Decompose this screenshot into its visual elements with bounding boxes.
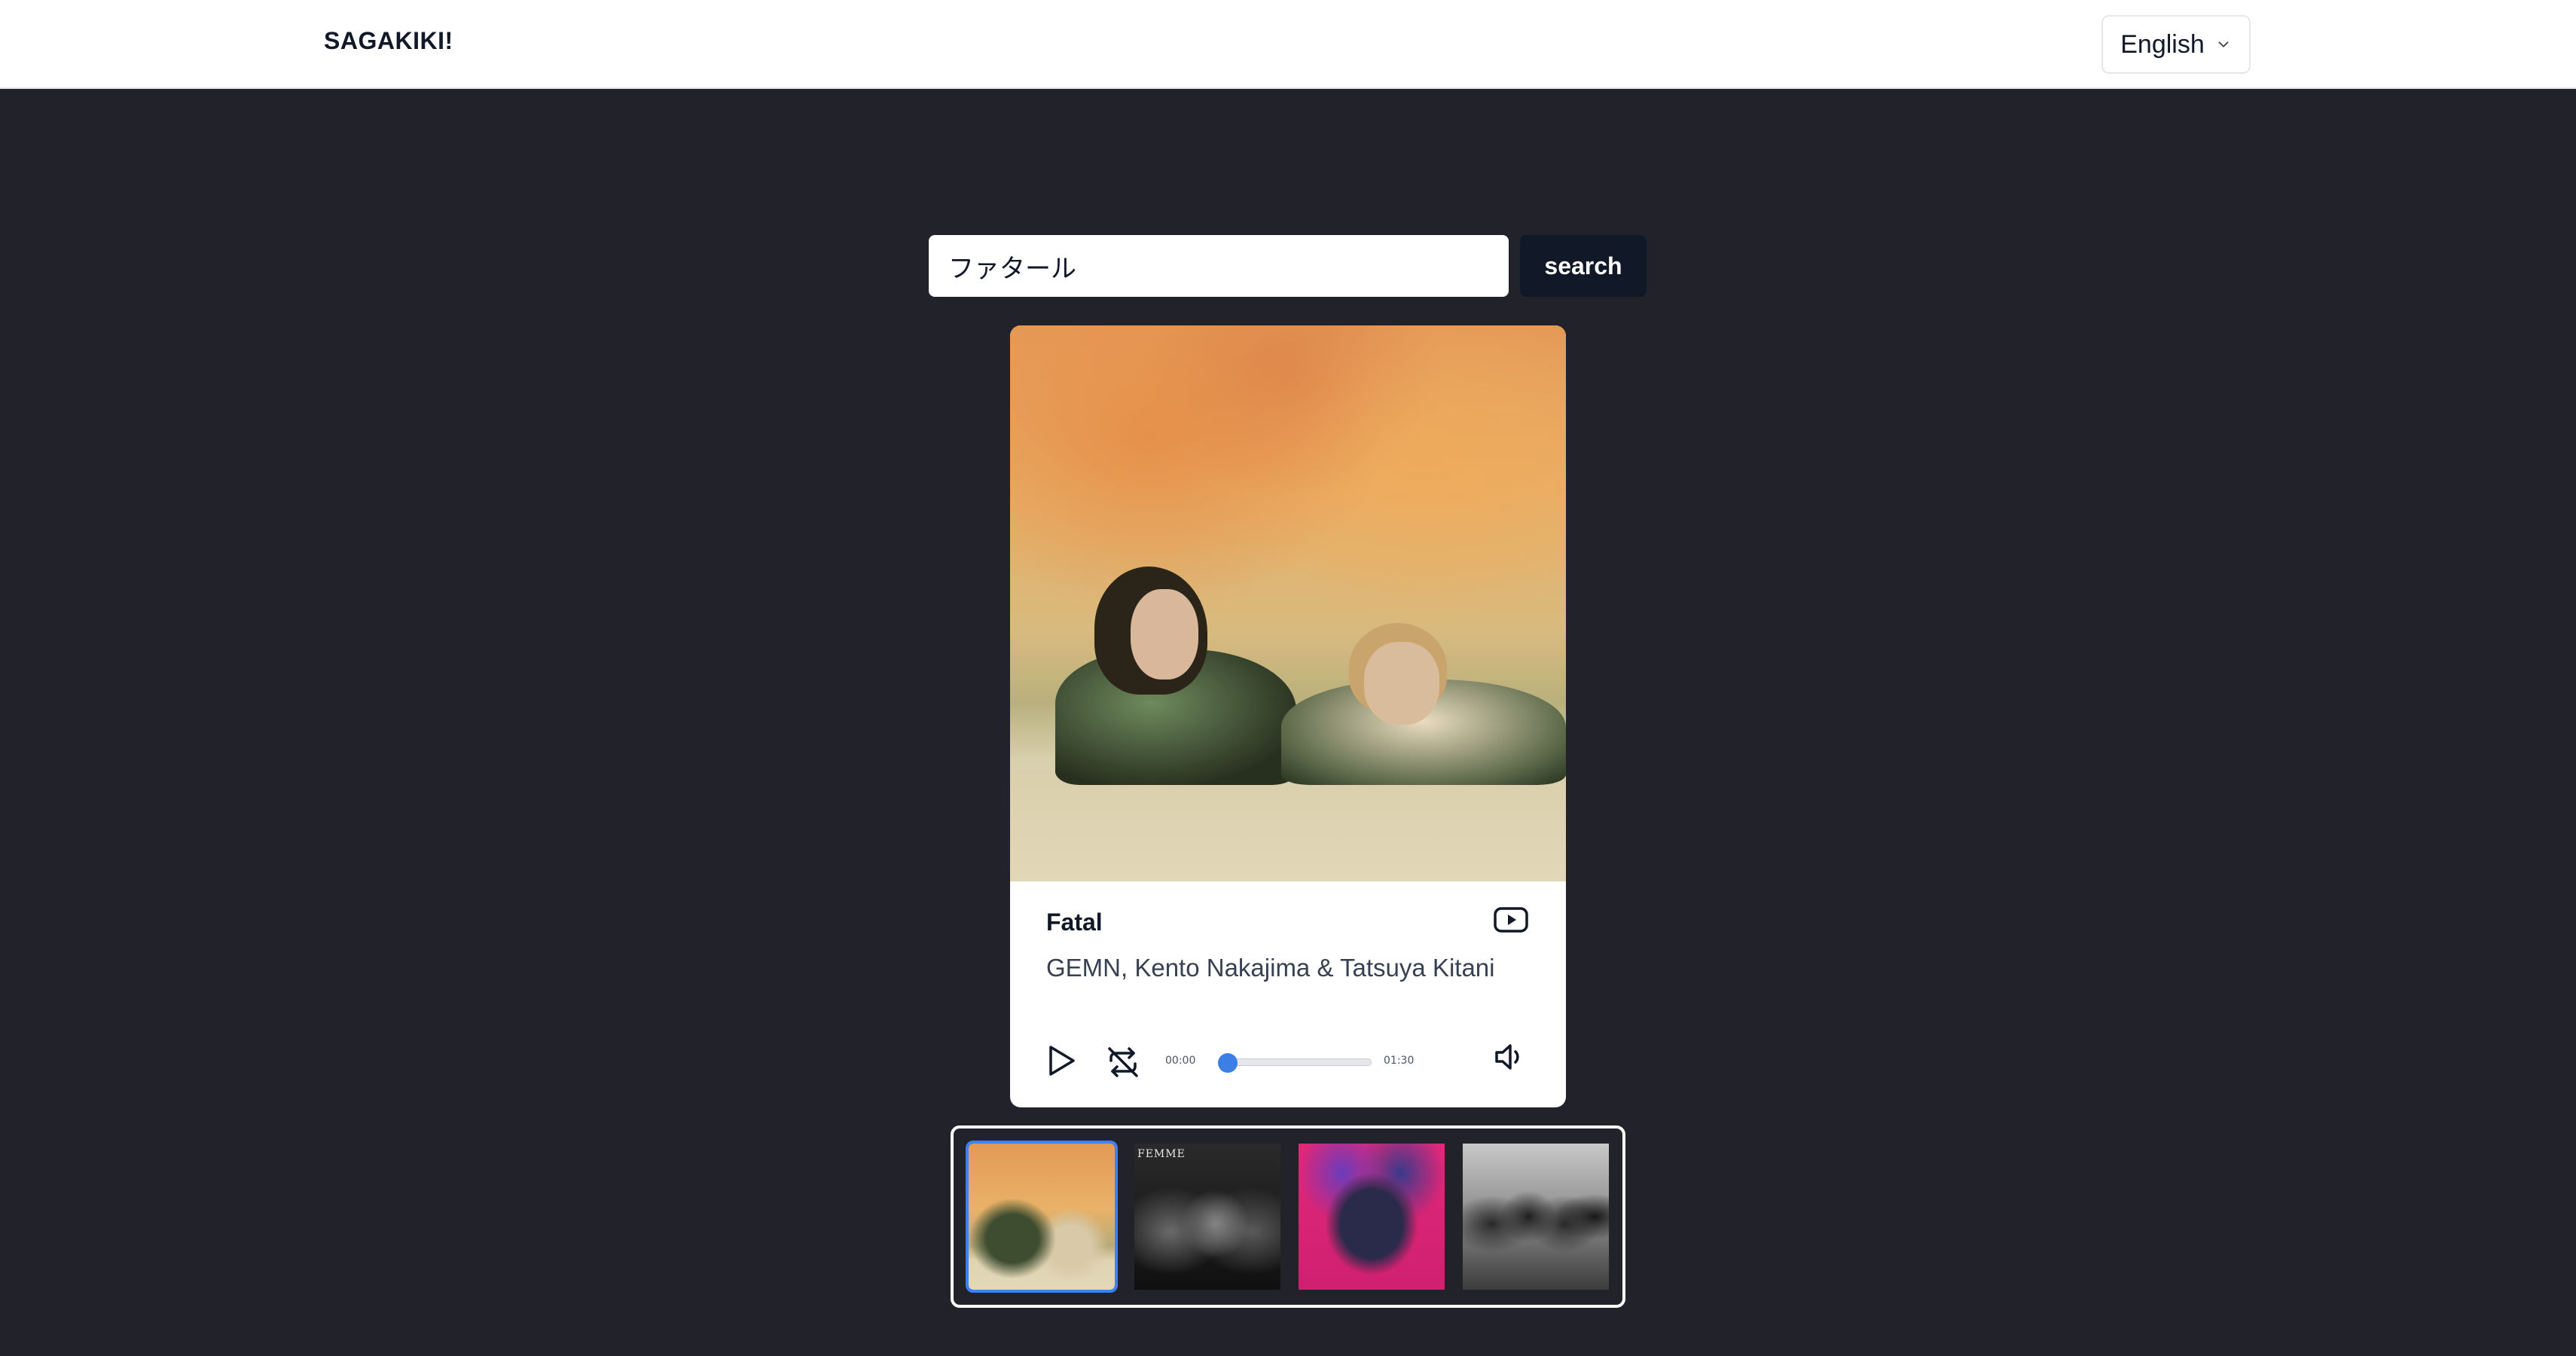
language-select[interactable]: English xyxy=(2101,15,2251,74)
youtube-icon[interactable] xyxy=(1492,904,1530,936)
track-title: Fatal xyxy=(1046,909,1103,936)
total-duration: 01:30 xyxy=(1384,1055,1415,1067)
album-thumbnail-label: FEMME xyxy=(1137,1148,1186,1160)
album-thumbnail-4[interactable] xyxy=(1463,1144,1609,1290)
progress-handle[interactable] xyxy=(1218,1053,1238,1073)
chevron-down-icon xyxy=(2218,41,2229,47)
album-thumbnail-2[interactable]: FEMME xyxy=(1134,1144,1280,1290)
search-input[interactable] xyxy=(929,235,1509,297)
album-carousel: FEMME xyxy=(951,1125,1625,1308)
volume-icon[interactable] xyxy=(1492,1040,1527,1074)
album-thumbnail-1[interactable] xyxy=(966,1141,1118,1293)
brand-logo[interactable]: SAGAKIKI! xyxy=(324,27,453,55)
top-header: SAGAKIKI! English xyxy=(0,0,2576,89)
current-time: 00:00 xyxy=(1165,1055,1196,1067)
player-card: Fatal GEMN, Kento Nakajima & Tatsuya Kit… xyxy=(1010,325,1566,1107)
album-cover-image xyxy=(1010,325,1566,881)
language-selected-label: English xyxy=(2120,29,2205,59)
search-button[interactable]: search xyxy=(1520,235,1647,297)
track-artist: GEMN, Kento Nakajima & Tatsuya Kitani xyxy=(1046,954,1495,982)
album-thumbnail-3[interactable] xyxy=(1299,1144,1445,1290)
play-icon[interactable] xyxy=(1045,1043,1078,1079)
progress-slider[interactable] xyxy=(1218,1053,1372,1073)
repeat-off-icon[interactable] xyxy=(1105,1044,1141,1080)
